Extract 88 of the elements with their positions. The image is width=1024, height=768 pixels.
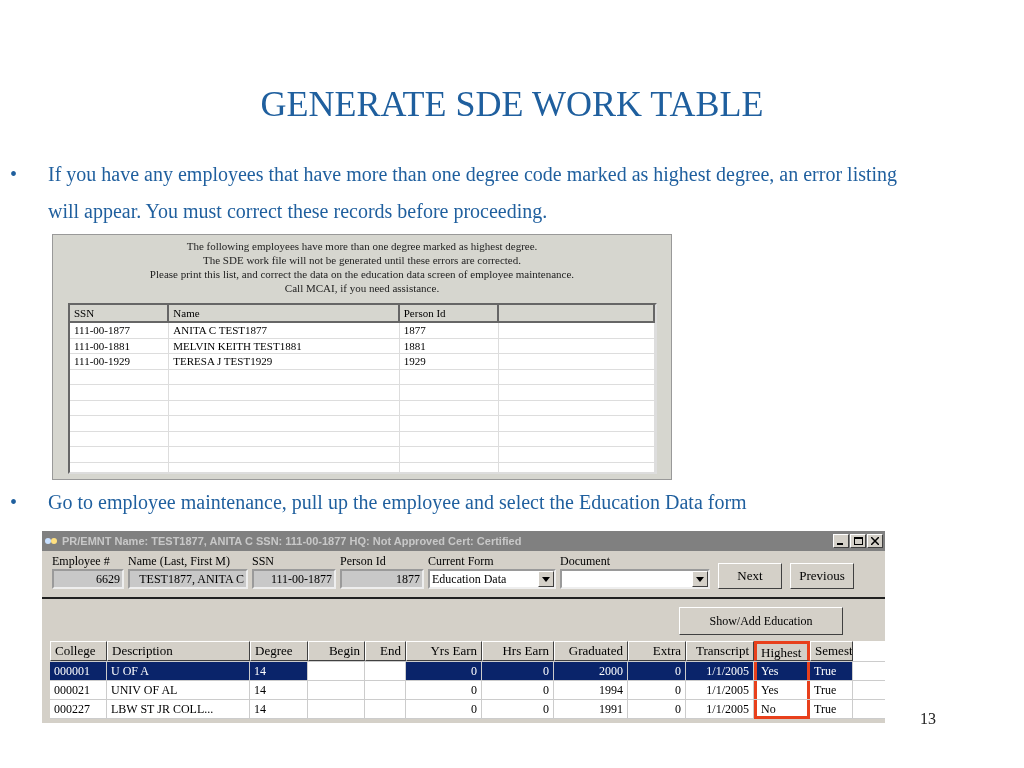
column-header[interactable]: Begin [308, 641, 365, 661]
table-cell: 0 [628, 662, 686, 680]
readonly-field[interactable]: 1877 [340, 569, 424, 589]
window-title: PR/EMNT Name: TEST1877, ANITA C SSN: 111-00-1877 HQ: Not Approved Cert: Certified [62, 535, 523, 547]
table-cell: 1/1/2005 [686, 681, 754, 699]
table-cell: True [810, 662, 853, 680]
column-header[interactable]: Extra [628, 641, 686, 661]
field-label: Employee # [52, 553, 111, 569]
close-button[interactable] [867, 534, 883, 548]
table-cell: 14 [250, 681, 308, 699]
table-cell: True [810, 681, 853, 699]
dropdown-arrow-icon [696, 576, 704, 582]
table-cell: 111-00-1881 [70, 338, 170, 353]
slide-title: GENERATE SDE WORK TABLE [259, 83, 765, 126]
table-cell: Yes [754, 662, 810, 680]
field-label: Current Form [428, 553, 495, 569]
table-cell: LBW ST JR COLL... [107, 700, 250, 718]
table-cell: 1/1/2005 [686, 700, 754, 718]
table-cell: UNIV OF AL [107, 681, 250, 699]
table-cell: 2000 [554, 662, 628, 680]
table-cell: 0 [628, 700, 686, 718]
field-label: Person Id [340, 553, 387, 569]
column-header: SSN [70, 305, 170, 321]
table-cell: MELVIN KEITH TEST1881 [169, 338, 400, 353]
dropdown-arrow-icon [542, 576, 550, 582]
table-cell: 1929 [399, 354, 500, 369]
error-message: The SDE work file will not be generated until these errors are corrected. [202, 253, 522, 267]
app-icon [44, 535, 58, 547]
column-header[interactable]: Degree [250, 641, 308, 661]
column-header[interactable]: Hrs Earn [482, 641, 554, 661]
table-cell: Yes [754, 681, 810, 699]
field-label: Document [560, 553, 611, 569]
table-cell: 0 [406, 662, 482, 680]
error-message: The following employees have more than one degree marked as highest degree. [185, 239, 539, 253]
table-cell: 111-00-1929 [70, 354, 170, 369]
dropdown-field[interactable] [560, 569, 710, 589]
table-cell: 14 [250, 662, 308, 680]
close-icon [871, 537, 879, 545]
readonly-field[interactable]: TEST1877, ANITA C [128, 569, 248, 589]
field-label: SSN [252, 553, 275, 569]
table-cell: True [810, 700, 853, 718]
table-cell: ANITA C TEST1877 [169, 323, 400, 338]
column-header: Name [169, 305, 400, 321]
table-cell: 0 [482, 681, 554, 699]
table-cell: 1877 [399, 323, 500, 338]
table-cell: No [754, 700, 810, 719]
minimize-button[interactable] [833, 534, 849, 548]
bullet-text: Go to employee maintenance, pull up the employee and select the Education Data form [48, 490, 747, 516]
column-header[interactable]: End [365, 641, 406, 661]
error-message: Please print this list, and correct the data on the education data screen of employee maintenance. [148, 267, 576, 281]
error-message: Call MCAI, if you need assistance. [283, 281, 441, 295]
column-header[interactable]: Highest [754, 641, 810, 661]
table-cell: 0 [406, 700, 482, 718]
show-add-education-button[interactable]: Show/Add Education [679, 607, 843, 635]
column-header[interactable]: Description [107, 641, 250, 661]
column-header[interactable]: Transcript [686, 641, 754, 661]
table-cell: 000227 [50, 700, 107, 718]
table-cell: 1994 [554, 681, 628, 699]
bullet-marker: • [10, 490, 18, 515]
readonly-field[interactable]: 6629 [52, 569, 124, 589]
table-cell: 1/1/2005 [686, 662, 754, 680]
table-cell: 111-00-1877 [70, 323, 170, 338]
maximize-icon [853, 537, 863, 545]
readonly-field[interactable]: 111-00-1877 [252, 569, 336, 589]
table-cell: 1881 [399, 338, 500, 353]
maximize-button[interactable] [850, 534, 866, 548]
table-cell: U OF A [107, 662, 250, 680]
dropdown-field[interactable]: Education Data [428, 569, 556, 589]
table-cell: 0 [628, 681, 686, 699]
bullet-text: If you have any employees that have more than one degree code marked as highest degree, an error listing will appear. You must correct these records before proceeding. [48, 162, 899, 225]
table-cell: 0 [482, 700, 554, 718]
table-cell: 1991 [554, 700, 628, 718]
column-header[interactable]: Graduated [554, 641, 628, 661]
page-number: 13 [920, 710, 936, 728]
table-cell: 0 [406, 681, 482, 699]
table-cell: 000001 [50, 662, 107, 680]
field-label: Name (Last, First M) [128, 553, 231, 569]
column-header[interactable]: College [50, 641, 107, 661]
nav-button[interactable]: Next [718, 563, 782, 589]
column-header[interactable]: Yrs Earn [406, 641, 482, 661]
table-cell: TERESA J TEST1929 [169, 354, 400, 369]
table-cell: 14 [250, 700, 308, 718]
column-header: Person Id [399, 305, 500, 321]
column-header[interactable]: Semest [810, 641, 853, 661]
table-cell: 0 [482, 662, 554, 680]
table-cell: 000021 [50, 681, 107, 699]
bullet-marker: • [10, 162, 18, 187]
nav-button[interactable]: Previous [790, 563, 854, 589]
